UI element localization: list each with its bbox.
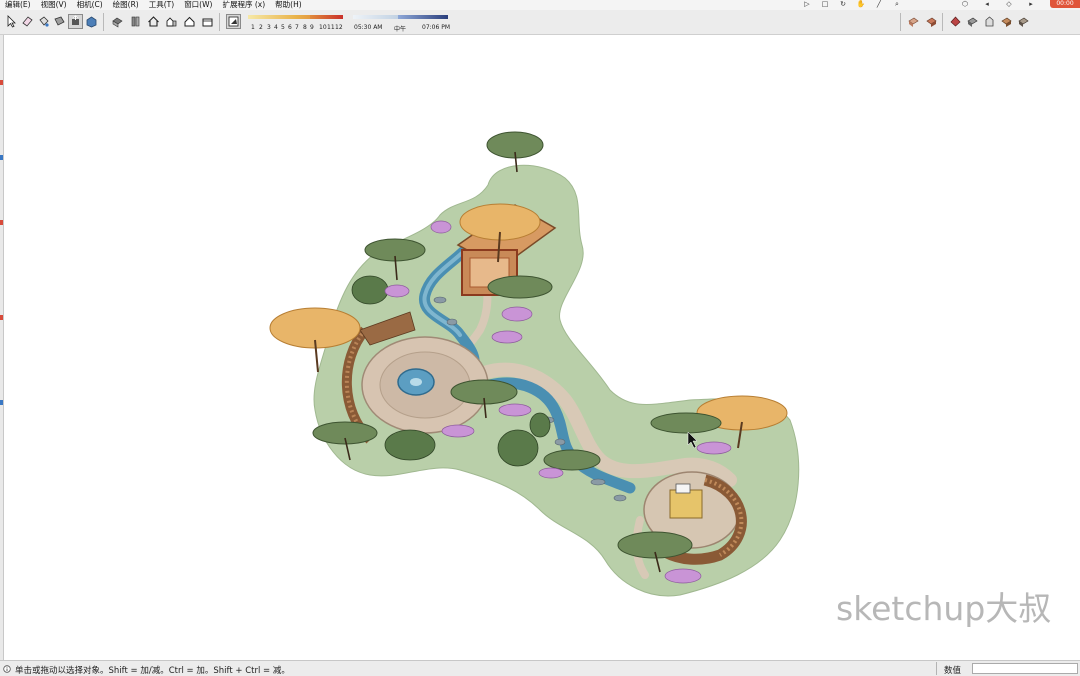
arrow-right-icon[interactable]: ▸	[1024, 0, 1038, 8]
component-icon[interactable]	[84, 14, 99, 29]
arrow-left-icon[interactable]: ◂	[980, 0, 994, 8]
styles-wireframe-icon[interactable]	[948, 14, 963, 29]
zoom-icon[interactable]: ⌕	[890, 0, 904, 8]
eraser-icon[interactable]	[20, 14, 35, 29]
month-label: 10	[319, 24, 327, 31]
start-time-label: 05:30 AM	[354, 24, 383, 31]
measurements-label: 数值	[944, 666, 962, 676]
toolbar-divider	[900, 13, 901, 31]
strip-marker	[0, 220, 3, 225]
iso-view-icon[interactable]	[110, 14, 125, 29]
modeling-viewport[interactable]	[4, 35, 1080, 660]
move-icon[interactable]	[52, 14, 67, 29]
time-slider-evening[interactable]	[398, 15, 448, 19]
menu-help[interactable]: 帮助(H)	[270, 0, 307, 10]
month-label: 2	[259, 24, 263, 31]
diamond-icon[interactable]: ◇	[1002, 0, 1016, 8]
top-view-icon[interactable]	[128, 14, 143, 29]
strip-marker	[0, 155, 3, 160]
pan-icon[interactable]: ✋	[854, 0, 868, 8]
month-label: 5	[281, 24, 285, 31]
time-slider-morning[interactable]	[353, 15, 398, 19]
strip-marker	[0, 80, 3, 85]
push-pull-icon[interactable]	[68, 14, 83, 29]
styles-hidden-line-icon[interactable]	[965, 14, 980, 29]
menu-camera[interactable]: 相机(C)	[72, 0, 108, 10]
status-divider	[936, 662, 937, 675]
left-view-icon[interactable]	[200, 14, 215, 29]
front-view-icon[interactable]	[146, 14, 161, 29]
month-label: 3	[267, 24, 271, 31]
month-label: 11	[327, 24, 335, 31]
menu-window[interactable]: 窗口(W)	[179, 0, 217, 10]
month-label: 7	[295, 24, 299, 31]
month-label: 6	[288, 24, 292, 31]
toolbar-divider	[103, 13, 104, 31]
toolbar-divider	[219, 13, 220, 31]
status-hint: 单击或拖动以选择对象。Shift = 加/减。Ctrl = 加。Shift + …	[15, 666, 290, 676]
noon-label: 中午	[394, 26, 407, 33]
styles-xray-icon[interactable]	[906, 14, 921, 29]
shadow-toggle-icon[interactable]	[226, 14, 241, 29]
month-slider-highlight	[310, 15, 343, 19]
menu-view[interactable]: 视图(V)	[36, 0, 72, 10]
menu-edit[interactable]: 编辑(E)	[0, 0, 36, 10]
styles-textured-icon[interactable]	[999, 14, 1014, 29]
menu-tools[interactable]: 工具(T)	[144, 0, 179, 10]
end-time-label: 07:06 PM	[422, 24, 450, 31]
right-view-icon[interactable]	[164, 14, 179, 29]
status-bar: 单击或拖动以选择对象。Shift = 加/减。Ctrl = 加。Shift + …	[0, 660, 1080, 676]
strip-marker	[0, 400, 3, 405]
shadow-settings: 1 2 3 4 5 6 7 8 9 10 11 12 05:30 AM 中午 0…	[248, 13, 458, 33]
paint-bucket-icon[interactable]	[36, 14, 51, 29]
play-icon[interactable]: ▷	[800, 0, 814, 8]
strip-marker	[0, 315, 3, 320]
info-icon	[3, 665, 11, 673]
lower-deck	[669, 489, 703, 519]
back-view-icon[interactable]	[182, 14, 197, 29]
line-icon[interactable]: ╱	[872, 0, 886, 8]
watermark: sketchup大叔	[836, 589, 1052, 628]
garden-model-drawing	[269, 131, 800, 597]
styles-monochrome-icon[interactable]	[1016, 14, 1031, 29]
month-label: 12	[335, 24, 343, 31]
month-label: 8	[303, 24, 307, 31]
month-label: 9	[310, 24, 314, 31]
timer-badge: 00:00	[1050, 0, 1080, 8]
toolbar-divider	[942, 13, 943, 31]
shield-icon[interactable]: ⬡	[958, 0, 972, 8]
month-label: 4	[274, 24, 278, 31]
rotate-icon[interactable]: ↻	[836, 0, 850, 8]
square-icon[interactable]: □	[818, 0, 832, 8]
menu-extensions[interactable]: 扩展程序 (x)	[217, 0, 270, 10]
select-icon[interactable]	[4, 14, 19, 29]
menu-bar: 编辑(E) 视图(V) 相机(C) 绘图(R) 工具(T) 窗口(W) 扩展程序…	[0, 0, 1080, 10]
measurements-field[interactable]	[972, 663, 1078, 674]
main-toolbar: 1 2 3 4 5 6 7 8 9 10 11 12 05:30 AM 中午 0…	[0, 10, 1080, 35]
styles-shaded-icon[interactable]	[982, 14, 997, 29]
styles-backedges-icon[interactable]	[924, 14, 939, 29]
month-label: 1	[251, 24, 255, 31]
fountain-center	[410, 378, 422, 386]
menu-draw[interactable]: 绘图(R)	[108, 0, 144, 10]
